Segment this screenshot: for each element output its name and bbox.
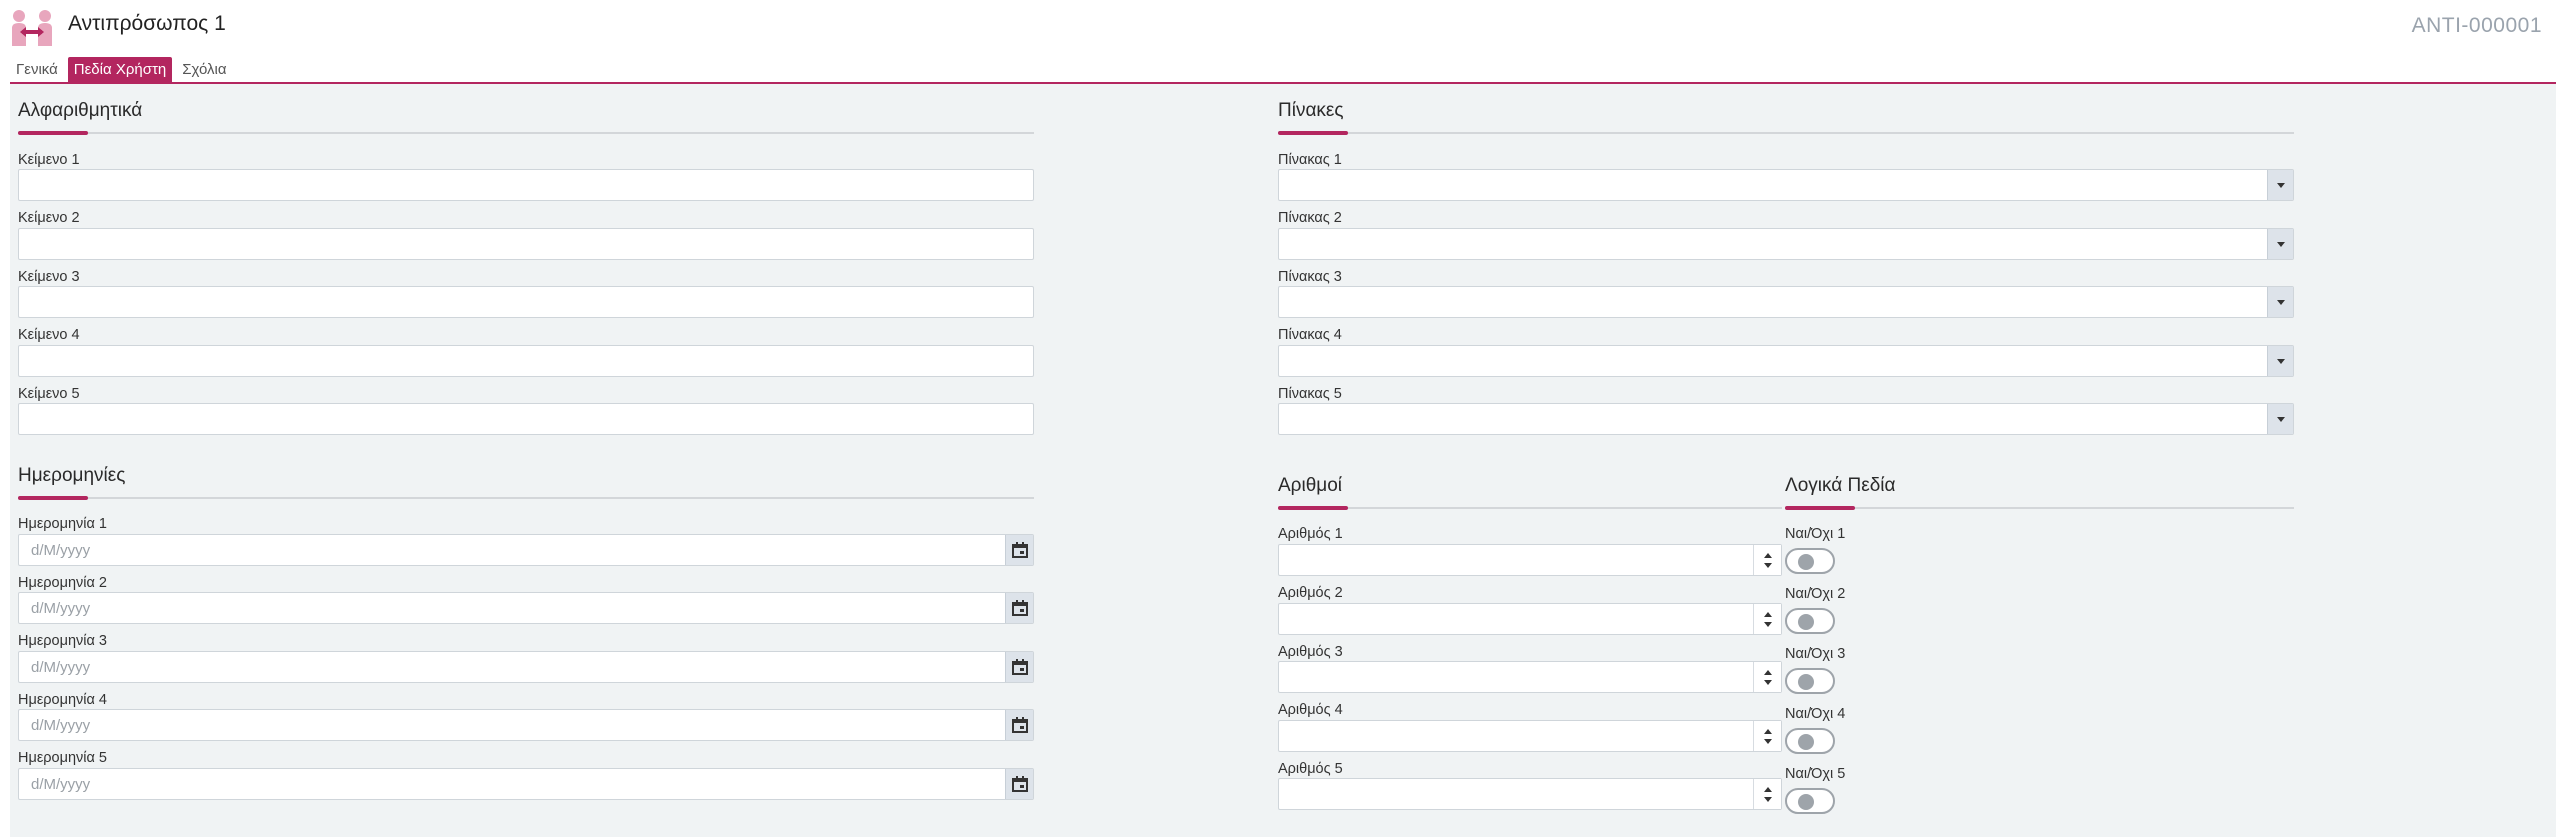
calendar-icon[interactable] (1005, 652, 1033, 682)
section-accent (1785, 506, 1855, 510)
text-1-label: Κείμενο 1 (18, 152, 80, 168)
number-3-label: Αριθμός 3 (1278, 644, 1343, 660)
boolean-3-toggle[interactable] (1785, 668, 1835, 694)
date-4-label: Ημερομηνία 4 (18, 692, 107, 708)
chevron-down-icon[interactable] (2267, 404, 2293, 434)
number-1-label: Αριθμός 1 (1278, 526, 1343, 542)
table-5-select[interactable] (1278, 403, 2294, 435)
user-fields-panel: Αλφαριθμητικά Κείμενο 1 Κείμενο 2 Κείμεν… (10, 84, 2556, 837)
tab-bar: Γενικά Πεδία Χρήστη Σχόλια (10, 57, 233, 83)
boolean-1-label: Ναι/Όχι 1 (1785, 526, 1846, 542)
date-5-label: Ημερομηνία 5 (18, 750, 107, 766)
table-1-select[interactable] (1278, 169, 2294, 201)
table-4-label: Πίνακας 4 (1278, 327, 1342, 343)
table-1-label: Πίνακας 1 (1278, 152, 1342, 168)
boolean-2-toggle[interactable] (1785, 608, 1835, 634)
table-2-label: Πίνακας 2 (1278, 210, 1342, 226)
section-rule (1278, 507, 1782, 509)
section-title-numbers: Αριθμοί (1278, 475, 1343, 496)
tab-general[interactable]: Γενικά (10, 57, 64, 83)
table-3-label: Πίνακας 3 (1278, 269, 1342, 285)
section-rule (1278, 132, 2294, 134)
date-5-input[interactable]: d/M/yyyy (18, 768, 1034, 800)
section-title-alphanumeric: Αλφαριθμητικά (18, 100, 143, 121)
text-4-label: Κείμενο 4 (18, 327, 80, 343)
calendar-icon[interactable] (1005, 535, 1033, 565)
text-2-label: Κείμενο 2 (18, 210, 80, 226)
tab-user-fields[interactable]: Πεδία Χρήστη (67, 57, 173, 83)
section-rule (1785, 507, 2294, 509)
number-stepper[interactable] (1753, 721, 1781, 751)
number-4-input[interactable] (1278, 720, 1782, 752)
handshake-icon (12, 10, 52, 46)
text-1-input[interactable] (18, 169, 1034, 201)
text-2-input[interactable] (18, 228, 1034, 260)
text-5-input[interactable] (18, 403, 1034, 435)
calendar-icon[interactable] (1005, 769, 1033, 799)
date-4-input[interactable]: d/M/yyyy (18, 709, 1034, 741)
boolean-4-label: Ναι/Όχι 4 (1785, 706, 1846, 722)
section-accent (1278, 506, 1348, 510)
boolean-5-label: Ναι/Όχι 5 (1785, 766, 1846, 782)
boolean-3-label: Ναι/Όχι 3 (1785, 646, 1846, 662)
text-4-input[interactable] (18, 345, 1034, 377)
section-accent (18, 496, 88, 500)
table-5-label: Πίνακας 5 (1278, 386, 1342, 402)
number-3-input[interactable] (1278, 661, 1782, 693)
chevron-down-icon[interactable] (2267, 229, 2293, 259)
date-1-label: Ημερομηνία 1 (18, 516, 107, 532)
text-3-input[interactable] (18, 286, 1034, 318)
chevron-down-icon[interactable] (2267, 287, 2293, 317)
date-2-label: Ημερομηνία 2 (18, 575, 107, 591)
section-title-dates: Ημερομηνίες (18, 465, 126, 486)
number-stepper[interactable] (1753, 545, 1781, 575)
number-stepper[interactable] (1753, 662, 1781, 692)
number-2-input[interactable] (1278, 603, 1782, 635)
chevron-down-icon[interactable] (2267, 170, 2293, 200)
boolean-2-label: Ναι/Όχι 2 (1785, 586, 1846, 602)
calendar-icon[interactable] (1005, 710, 1033, 740)
section-accent (18, 131, 88, 135)
table-3-select[interactable] (1278, 286, 2294, 318)
boolean-4-toggle[interactable] (1785, 728, 1835, 754)
top-bar: Αντιπρόσωπος 1 ANTI-000001 (0, 0, 2556, 56)
tab-comments[interactable]: Σχόλια (176, 57, 232, 83)
number-2-label: Αριθμός 2 (1278, 585, 1343, 601)
table-2-select[interactable] (1278, 228, 2294, 260)
record-code: ANTI-000001 (2411, 14, 2542, 37)
calendar-icon[interactable] (1005, 593, 1033, 623)
number-5-label: Αριθμός 5 (1278, 761, 1343, 777)
table-4-select[interactable] (1278, 345, 2294, 377)
number-1-input[interactable] (1278, 544, 1782, 576)
number-4-label: Αριθμός 4 (1278, 702, 1343, 718)
text-3-label: Κείμενο 3 (18, 269, 80, 285)
date-3-input[interactable]: d/M/yyyy (18, 651, 1034, 683)
date-1-input[interactable]: d/M/yyyy (18, 534, 1034, 566)
boolean-1-toggle[interactable] (1785, 548, 1835, 574)
section-accent (1278, 131, 1348, 135)
number-stepper[interactable] (1753, 779, 1781, 809)
boolean-5-toggle[interactable] (1785, 788, 1835, 814)
number-5-input[interactable] (1278, 778, 1782, 810)
section-title-booleans: Λογικά Πεδία (1785, 475, 1896, 496)
section-title-tables: Πίνακες (1278, 100, 1344, 121)
date-2-input[interactable]: d/M/yyyy (18, 592, 1034, 624)
section-rule (18, 132, 1034, 134)
section-rule (18, 497, 1034, 499)
chevron-down-icon[interactable] (2267, 346, 2293, 376)
text-5-label: Κείμενο 5 (18, 386, 80, 402)
number-stepper[interactable] (1753, 604, 1781, 634)
date-3-label: Ημερομηνία 3 (18, 633, 107, 649)
page-title: Αντιπρόσωπος 1 (68, 12, 226, 35)
